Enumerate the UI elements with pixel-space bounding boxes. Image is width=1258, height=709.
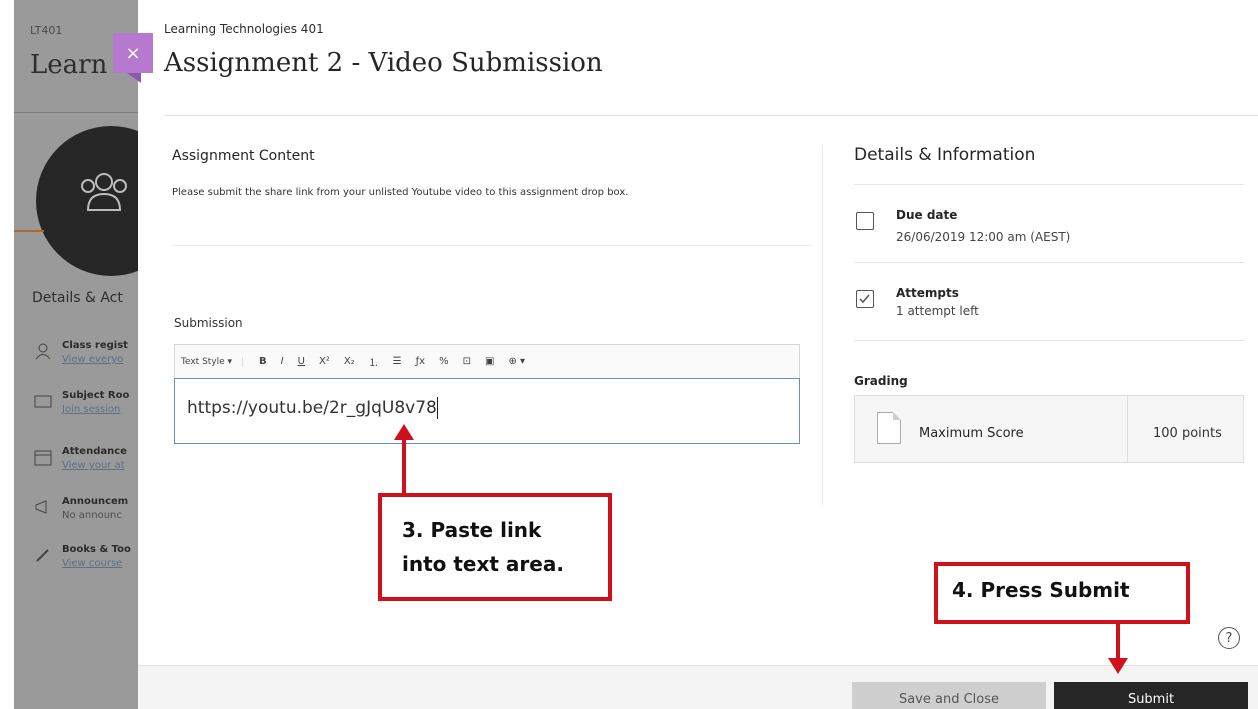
arrow-head-step3 xyxy=(394,424,414,440)
step3-line1: 3. Paste link xyxy=(402,518,542,542)
screen: LT401 Learn Details & Act Class regist V… xyxy=(0,0,1258,709)
step4-callout: 4. Press Submit xyxy=(934,562,1190,624)
arrow-head-step4 xyxy=(1108,658,1128,674)
step3-line2: into text area. xyxy=(402,552,564,576)
step4-text: 4. Press Submit xyxy=(952,578,1130,602)
step3-callout: 3. Paste link into text area. xyxy=(378,493,612,601)
